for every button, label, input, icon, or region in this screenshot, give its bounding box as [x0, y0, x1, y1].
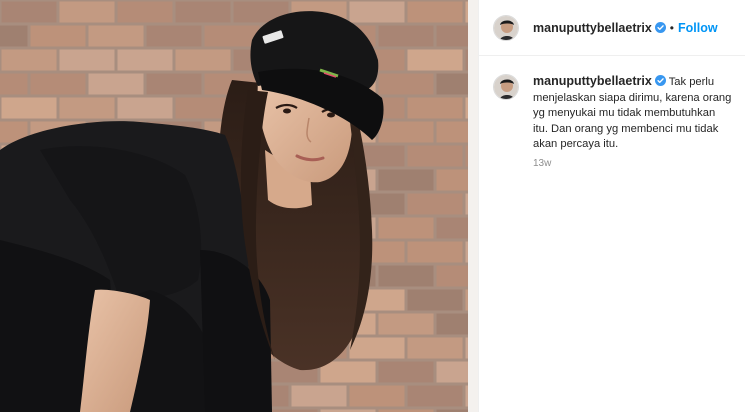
- post-photo[interactable]: [0, 0, 478, 412]
- wall-brick: [407, 289, 463, 311]
- wall-brick: [1, 97, 57, 119]
- wall-brick: [59, 97, 115, 119]
- wall-brick: [378, 265, 434, 287]
- wall-brick: [146, 73, 202, 95]
- caption-comment: manuputtybellaetrix Tak perlu menjelaska…: [493, 74, 738, 153]
- wall-brick: [1, 49, 57, 71]
- wall-brick: [378, 361, 434, 383]
- wall-brick: [407, 385, 463, 407]
- wall-brick: [30, 73, 86, 95]
- wall-brick: [204, 25, 260, 47]
- wall-brick: [1, 1, 57, 23]
- wall-brick: [378, 73, 434, 95]
- wall-brick: [320, 361, 376, 383]
- post-timestamp[interactable]: 13w: [533, 158, 551, 169]
- wall-brick: [407, 145, 463, 167]
- caption-avatar[interactable]: [493, 74, 519, 100]
- wall-brick: [59, 1, 115, 23]
- wall-brick: [59, 49, 115, 71]
- post-image: [0, 0, 478, 412]
- separator-dot: •: [669, 20, 674, 35]
- wall-brick: [349, 385, 405, 407]
- wall-brick: [407, 337, 463, 359]
- wall-brick: [407, 97, 463, 119]
- header-username[interactable]: manuputtybellaetrix: [533, 21, 652, 35]
- wall-brick: [0, 73, 28, 95]
- avatar-image: [494, 15, 518, 40]
- wall-brick: [0, 25, 28, 47]
- wall-brick: [88, 25, 144, 47]
- wall-brick: [378, 121, 434, 143]
- wall-brick: [407, 193, 463, 215]
- avatar[interactable]: [493, 14, 519, 41]
- post-sidebar: manuputtybellaetrix • Follow manuputtybe…: [478, 0, 745, 412]
- verified-badge-icon: [654, 75, 666, 86]
- wall-brick: [175, 49, 231, 71]
- wall-brick: [146, 25, 202, 47]
- caption-body: manuputtybellaetrix Tak perlu menjelaska…: [533, 74, 733, 153]
- wall-brick: [349, 1, 405, 23]
- wall-brick: [175, 1, 231, 23]
- wall-brick: [407, 241, 463, 263]
- wall-brick: [291, 385, 347, 407]
- wall-brick: [117, 49, 173, 71]
- wall-brick: [407, 49, 463, 71]
- wall-brick: [378, 25, 434, 47]
- wall-brick: [378, 169, 434, 191]
- wall-brick: [349, 337, 405, 359]
- verified-badge-icon: [654, 22, 666, 33]
- wall-brick: [378, 313, 434, 335]
- wall-brick: [88, 73, 144, 95]
- wall-brick: [175, 97, 231, 119]
- wall-brick: [378, 217, 434, 239]
- post-header: manuputtybellaetrix • Follow: [479, 0, 745, 56]
- wall-brick: [407, 1, 463, 23]
- caption-username[interactable]: manuputtybellaetrix: [533, 74, 652, 88]
- wall-brick: [117, 97, 173, 119]
- follow-button[interactable]: Follow: [678, 21, 718, 35]
- avatar-image: [494, 75, 518, 99]
- wall-brick: [117, 1, 173, 23]
- wall-brick: [30, 25, 86, 47]
